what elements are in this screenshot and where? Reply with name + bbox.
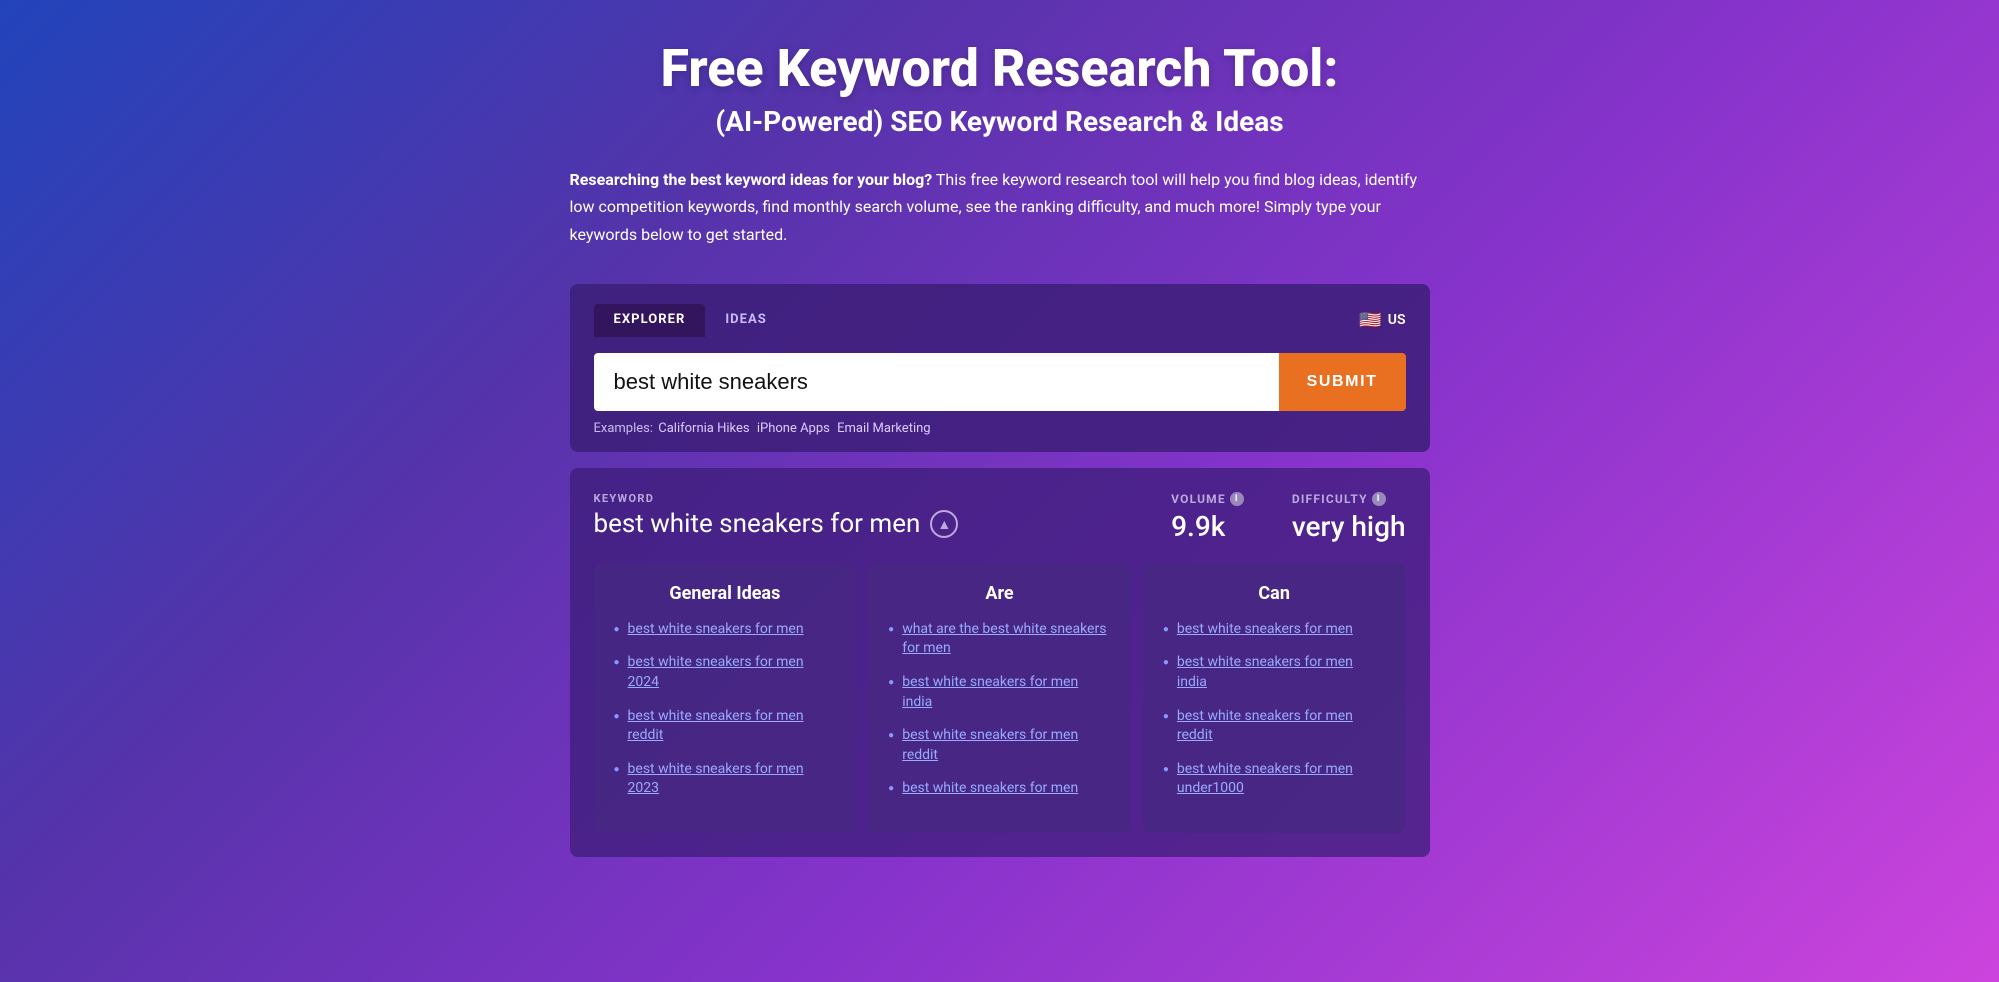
idea-link[interactable]: best white sneakers for men india	[1177, 653, 1386, 692]
volume-value: 9.9k	[1171, 510, 1244, 543]
keyword-value: best white sneakers for men ▲	[594, 509, 1172, 539]
list-item: ● best white sneakers for men	[888, 779, 1111, 799]
list-item: ● best white sneakers for men	[614, 620, 837, 640]
ideas-card-are: Are ● what are the best white sneakers f…	[868, 563, 1131, 833]
bullet-icon: ●	[888, 624, 894, 635]
country-code: US	[1388, 312, 1406, 328]
list-item: ● best white sneakers for men reddit	[1163, 707, 1386, 746]
bullet-icon: ●	[614, 711, 620, 722]
keyword-header: KEYWORD best white sneakers for men ▲ VO…	[594, 492, 1406, 543]
results-card: KEYWORD best white sneakers for men ▲ VO…	[570, 468, 1430, 857]
keyword-expand-button[interactable]: ▲	[930, 510, 958, 538]
idea-link[interactable]: best white sneakers for men 2024	[628, 653, 837, 692]
tab-explorer[interactable]: EXPLORER	[594, 304, 706, 337]
page-description: Researching the best keyword ideas for y…	[570, 166, 1430, 248]
idea-link[interactable]: best white sneakers for men under1000	[1177, 760, 1386, 799]
difficulty-info-icon[interactable]: i	[1372, 492, 1386, 506]
list-item: ● best white sneakers for men 2024	[614, 653, 837, 692]
idea-link[interactable]: best white sneakers for men reddit	[1177, 707, 1386, 746]
submit-button[interactable]: SUBMIT	[1279, 353, 1406, 411]
bullet-icon: ●	[1163, 657, 1169, 668]
volume-info-icon[interactable]: i	[1230, 492, 1244, 506]
examples-row: Examples: California Hikes iPhone Apps E…	[594, 421, 1406, 436]
bullet-icon: ●	[1163, 711, 1169, 722]
bullet-icon: ●	[1163, 764, 1169, 775]
main-title: Free Keyword Research Tool:	[570, 40, 1430, 97]
tabs-row: EXPLORER IDEAS 🇺🇸 US	[594, 304, 1406, 337]
bullet-icon: ●	[614, 657, 620, 668]
volume-metric: VOLUME i 9.9k	[1171, 492, 1244, 543]
bullet-icon: ●	[888, 783, 894, 794]
ideas-card-can: Can ● best white sneakers for men ● best…	[1143, 563, 1406, 833]
list-item: ● best white sneakers for men reddit	[614, 707, 837, 746]
idea-link[interactable]: what are the best white sneakers for men	[902, 620, 1111, 659]
list-item: ● best white sneakers for men 2023	[614, 760, 837, 799]
list-item: ● best white sneakers for men reddit	[888, 726, 1111, 765]
list-item: ● best white sneakers for men under1000	[1163, 760, 1386, 799]
idea-link[interactable]: best white sneakers for men	[1177, 620, 1353, 640]
ideas-card-are-title: Are	[888, 583, 1111, 604]
bullet-icon: ●	[888, 730, 894, 741]
idea-link[interactable]: best white sneakers for men india	[902, 673, 1111, 712]
ideas-card-general-title: General Ideas	[614, 583, 837, 604]
idea-link[interactable]: best white sneakers for men 2023	[628, 760, 837, 799]
metric-group: VOLUME i 9.9k DIFFICULTY i very high	[1171, 492, 1405, 543]
example-link-3[interactable]: Email Marketing	[837, 421, 930, 436]
description-bold: Researching the best keyword ideas for y…	[570, 170, 933, 189]
page-wrapper: Free Keyword Research Tool: (AI-Powered)…	[550, 0, 1450, 917]
difficulty-value: very high	[1292, 510, 1406, 543]
list-item: ● what are the best white sneakers for m…	[888, 620, 1111, 659]
keyword-label: KEYWORD	[594, 492, 1172, 505]
bullet-icon: ●	[888, 677, 894, 688]
bullet-icon: ●	[614, 764, 620, 775]
examples-prefix: Examples:	[594, 421, 654, 436]
search-input[interactable]	[594, 353, 1279, 411]
keyword-left: KEYWORD best white sneakers for men ▲	[594, 492, 1172, 539]
tab-ideas[interactable]: IDEAS	[705, 304, 787, 337]
idea-link[interactable]: best white sneakers for men	[628, 620, 804, 640]
volume-label: VOLUME	[1171, 492, 1226, 506]
country-flag: 🇺🇸	[1359, 310, 1381, 331]
country-selector[interactable]: 🇺🇸 US	[1359, 310, 1405, 331]
difficulty-label: DIFFICULTY	[1292, 492, 1368, 506]
example-link-2[interactable]: iPhone Apps	[757, 421, 830, 436]
example-link-1[interactable]: California Hikes	[658, 421, 749, 436]
search-container: EXPLORER IDEAS 🇺🇸 US SUBMIT Examples: Ca…	[570, 284, 1430, 452]
ideas-card-general: General Ideas ● best white sneakers for …	[594, 563, 857, 833]
list-item: ● best white sneakers for men india	[888, 673, 1111, 712]
bullet-icon: ●	[614, 624, 620, 635]
list-item: ● best white sneakers for men	[1163, 620, 1386, 640]
ideas-card-can-title: Can	[1163, 583, 1386, 604]
idea-link[interactable]: best white sneakers for men	[902, 779, 1078, 799]
list-item: ● best white sneakers for men india	[1163, 653, 1386, 692]
sub-title: (AI-Powered) SEO Keyword Research & Idea…	[570, 105, 1430, 138]
idea-link[interactable]: best white sneakers for men reddit	[628, 707, 837, 746]
difficulty-metric: DIFFICULTY i very high	[1292, 492, 1406, 543]
idea-link[interactable]: best white sneakers for men reddit	[902, 726, 1111, 765]
search-row: SUBMIT	[594, 353, 1406, 411]
bullet-icon: ●	[1163, 624, 1169, 635]
ideas-grid: General Ideas ● best white sneakers for …	[594, 563, 1406, 833]
